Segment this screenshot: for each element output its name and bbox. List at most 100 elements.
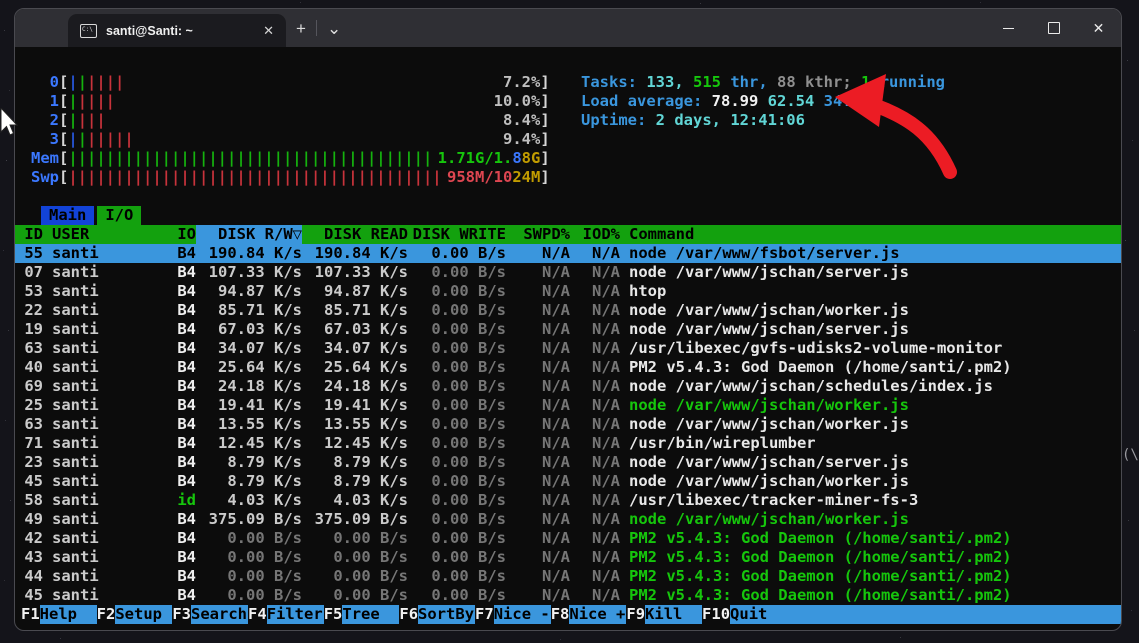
fkey-tree[interactable]: Tree <box>342 605 399 624</box>
meter-label: Swp <box>21 168 59 187</box>
cell-user: santi <box>43 244 156 263</box>
cell-id: 55 <box>21 244 43 263</box>
screen-tab-io[interactable]: I/O <box>97 206 141 225</box>
cell-iod: N/A <box>570 472 620 491</box>
column-header-io[interactable]: IO <box>156 225 196 244</box>
meter-2: 2[||||8.4%] <box>21 111 1121 130</box>
screen-tab-main[interactable]: Main <box>41 206 94 225</box>
close-button[interactable]: ✕ <box>1076 9 1121 47</box>
cell-disk-write: 0.00 B/s <box>408 244 506 263</box>
process-row[interactable]: 63santiB413.55 K/s13.55 K/s0.00 B/sN/AN/… <box>15 415 1121 434</box>
fkey-search-key[interactable]: F3 <box>172 605 191 624</box>
process-row[interactable]: 53santiB494.87 K/s94.87 K/s0.00 B/sN/AN/… <box>15 282 1121 301</box>
tab-dropdown-button[interactable]: ⌄ <box>317 20 351 37</box>
cell-id: 63 <box>21 339 43 358</box>
process-row[interactable]: 44santiB40.00 B/s0.00 B/s0.00 B/sN/AN/AP… <box>15 567 1121 586</box>
fkey-quit-key[interactable]: F10 <box>702 605 730 624</box>
table-header: IDUSERIODISK R/W▽DISK READDISK WRITESWPD… <box>15 225 1121 244</box>
cell-command: PM2 v5.4.3: God Daemon (/home/santi/.pm2… <box>620 586 1121 605</box>
fkey-filter-key[interactable]: F4 <box>248 605 267 624</box>
cell-disk-rw: 19.41 K/s <box>196 396 302 415</box>
process-row[interactable]: 71santiB412.45 K/s12.45 K/s0.00 B/sN/AN/… <box>15 434 1121 453</box>
column-header-rw[interactable]: DISK R/W▽ <box>196 225 302 244</box>
meter-label: 1 <box>21 92 59 111</box>
process-row[interactable]: 19santiB467.03 K/s67.03 K/s0.00 B/sN/AN/… <box>15 320 1121 339</box>
new-tab-button[interactable]: + <box>286 20 316 37</box>
column-header-write[interactable]: DISK WRITE <box>408 225 506 244</box>
process-row[interactable]: 25santiB419.41 K/s19.41 K/s0.00 B/sN/AN/… <box>15 396 1121 415</box>
column-header-cmd[interactable]: Command <box>620 225 1121 244</box>
process-row[interactable]: 58santiid4.03 K/s4.03 K/s0.00 B/sN/AN/A/… <box>15 491 1121 510</box>
meter-close-bracket: ] <box>540 73 549 92</box>
fkey-sortby-key[interactable]: F6 <box>399 605 418 624</box>
process-row[interactable]: 43santiB40.00 B/s0.00 B/s0.00 B/sN/AN/AP… <box>15 548 1121 567</box>
cell-command: PM2 v5.4.3: God Daemon (/home/santi/.pm2… <box>620 567 1121 586</box>
meter-body: ||||||||||||||||||||||||||||||||||||||||… <box>68 168 540 187</box>
fkey-search[interactable]: Search <box>191 605 248 624</box>
fkey-help-key[interactable]: F1 <box>21 605 40 624</box>
process-row[interactable]: 23santiB48.79 K/s8.79 K/s0.00 B/sN/AN/An… <box>15 453 1121 472</box>
process-row[interactable]: 22santiB485.71 K/s85.71 K/s0.00 B/sN/AN/… <box>15 301 1121 320</box>
process-row[interactable]: 42santiB40.00 B/s0.00 B/s0.00 B/sN/AN/AP… <box>15 529 1121 548</box>
meter-open-bracket: [ <box>59 111 68 130</box>
fkey-setup[interactable]: Setup <box>115 605 172 624</box>
cell-disk-write: 0.00 B/s <box>408 472 506 491</box>
minimize-button[interactable] <box>986 9 1031 47</box>
fkey-help[interactable]: Help <box>40 605 97 624</box>
tab-close-icon[interactable]: ✕ <box>261 22 276 39</box>
system-stats: Tasks: 133, 515 thr, 88 kthr; 1 runningL… <box>581 73 945 130</box>
cell-disk-read: 12.45 K/s <box>302 434 408 453</box>
fkey-kill-key[interactable]: F9 <box>626 605 645 624</box>
cell-io: B4 <box>156 358 196 377</box>
load-average-line: Load average: 78.99 62.54 34.52 <box>581 92 945 111</box>
column-header-read[interactable]: DISK READ <box>302 225 408 244</box>
process-row[interactable]: 49santiB4375.09 B/s375.09 B/s0.00 B/sN/A… <box>15 510 1121 529</box>
cell-iod: N/A <box>570 282 620 301</box>
meter-bars: ||||| <box>68 92 493 111</box>
fkey-quit[interactable]: Quit <box>730 605 1121 624</box>
process-row[interactable]: 45santiB48.79 K/s8.79 K/s0.00 B/sN/AN/An… <box>15 472 1121 491</box>
cell-swpd: N/A <box>506 548 570 567</box>
minimize-icon <box>1003 28 1014 29</box>
desktop-speckles <box>0 0 1 1</box>
process-row[interactable]: 69santiB424.18 K/s24.18 K/s0.00 B/sN/AN/… <box>15 377 1121 396</box>
cell-command: node /var/www/jschan/worker.js <box>620 396 1121 415</box>
meter-bars: ||||||||||||||||||||||||||||||||||||||| <box>68 149 437 168</box>
process-row[interactable]: 45santiB40.00 B/s0.00 B/s0.00 B/sN/AN/AP… <box>15 586 1121 605</box>
fkey-filter[interactable]: Filter <box>267 605 324 624</box>
process-row[interactable]: 63santiB434.07 K/s34.07 K/s0.00 B/sN/AN/… <box>15 339 1121 358</box>
column-header-user[interactable]: USER <box>43 225 156 244</box>
cell-iod: N/A <box>570 491 620 510</box>
cell-disk-rw: 85.71 K/s <box>196 301 302 320</box>
process-row[interactable]: 55santiB4190.84 K/s190.84 K/s0.00 B/sN/A… <box>15 244 1121 263</box>
cell-swpd: N/A <box>506 529 570 548</box>
fkey-nice-key[interactable]: F7 <box>475 605 494 624</box>
column-header-iod[interactable]: IOD% <box>570 225 620 244</box>
fkey-nice[interactable]: Nice - <box>494 605 551 624</box>
maximize-button[interactable] <box>1031 9 1076 47</box>
cell-disk-read: 67.03 K/s <box>302 320 408 339</box>
cell-disk-read: 0.00 B/s <box>302 586 408 605</box>
cell-io: B4 <box>156 510 196 529</box>
fkey-nice[interactable]: Nice + <box>569 605 626 624</box>
cell-io: B4 <box>156 244 196 263</box>
meter-body: |||||||9.4% <box>68 130 540 149</box>
fkey-setup-key[interactable]: F2 <box>97 605 116 624</box>
fkey-tree-key[interactable]: F5 <box>324 605 343 624</box>
cell-id: 45 <box>21 586 43 605</box>
red-bars: |||||||||||||||||||||||||||||||||||||||| <box>68 168 441 186</box>
cell-disk-rw: 4.03 K/s <box>196 491 302 510</box>
cell-swpd: N/A <box>506 472 570 491</box>
cell-user: santi <box>43 339 156 358</box>
column-header-id[interactable]: ID <box>21 225 43 244</box>
process-row[interactable]: 07santiB4107.33 K/s107.33 K/s0.00 B/sN/A… <box>15 263 1121 282</box>
cell-disk-rw: 0.00 B/s <box>196 567 302 586</box>
blank-line <box>15 54 1121 73</box>
process-row[interactable]: 40santiB425.64 K/s25.64 K/s0.00 B/sN/AN/… <box>15 358 1121 377</box>
fkey-nice-key[interactable]: F8 <box>551 605 570 624</box>
fkey-kill[interactable]: Kill <box>645 605 702 624</box>
fkey-sortby[interactable]: SortBy <box>418 605 475 624</box>
column-header-swpd[interactable]: SWPD% <box>506 225 570 244</box>
cell-disk-read: 24.18 K/s <box>302 377 408 396</box>
terminal-tab[interactable]: santi@Santi: ~ ✕ <box>68 14 286 47</box>
